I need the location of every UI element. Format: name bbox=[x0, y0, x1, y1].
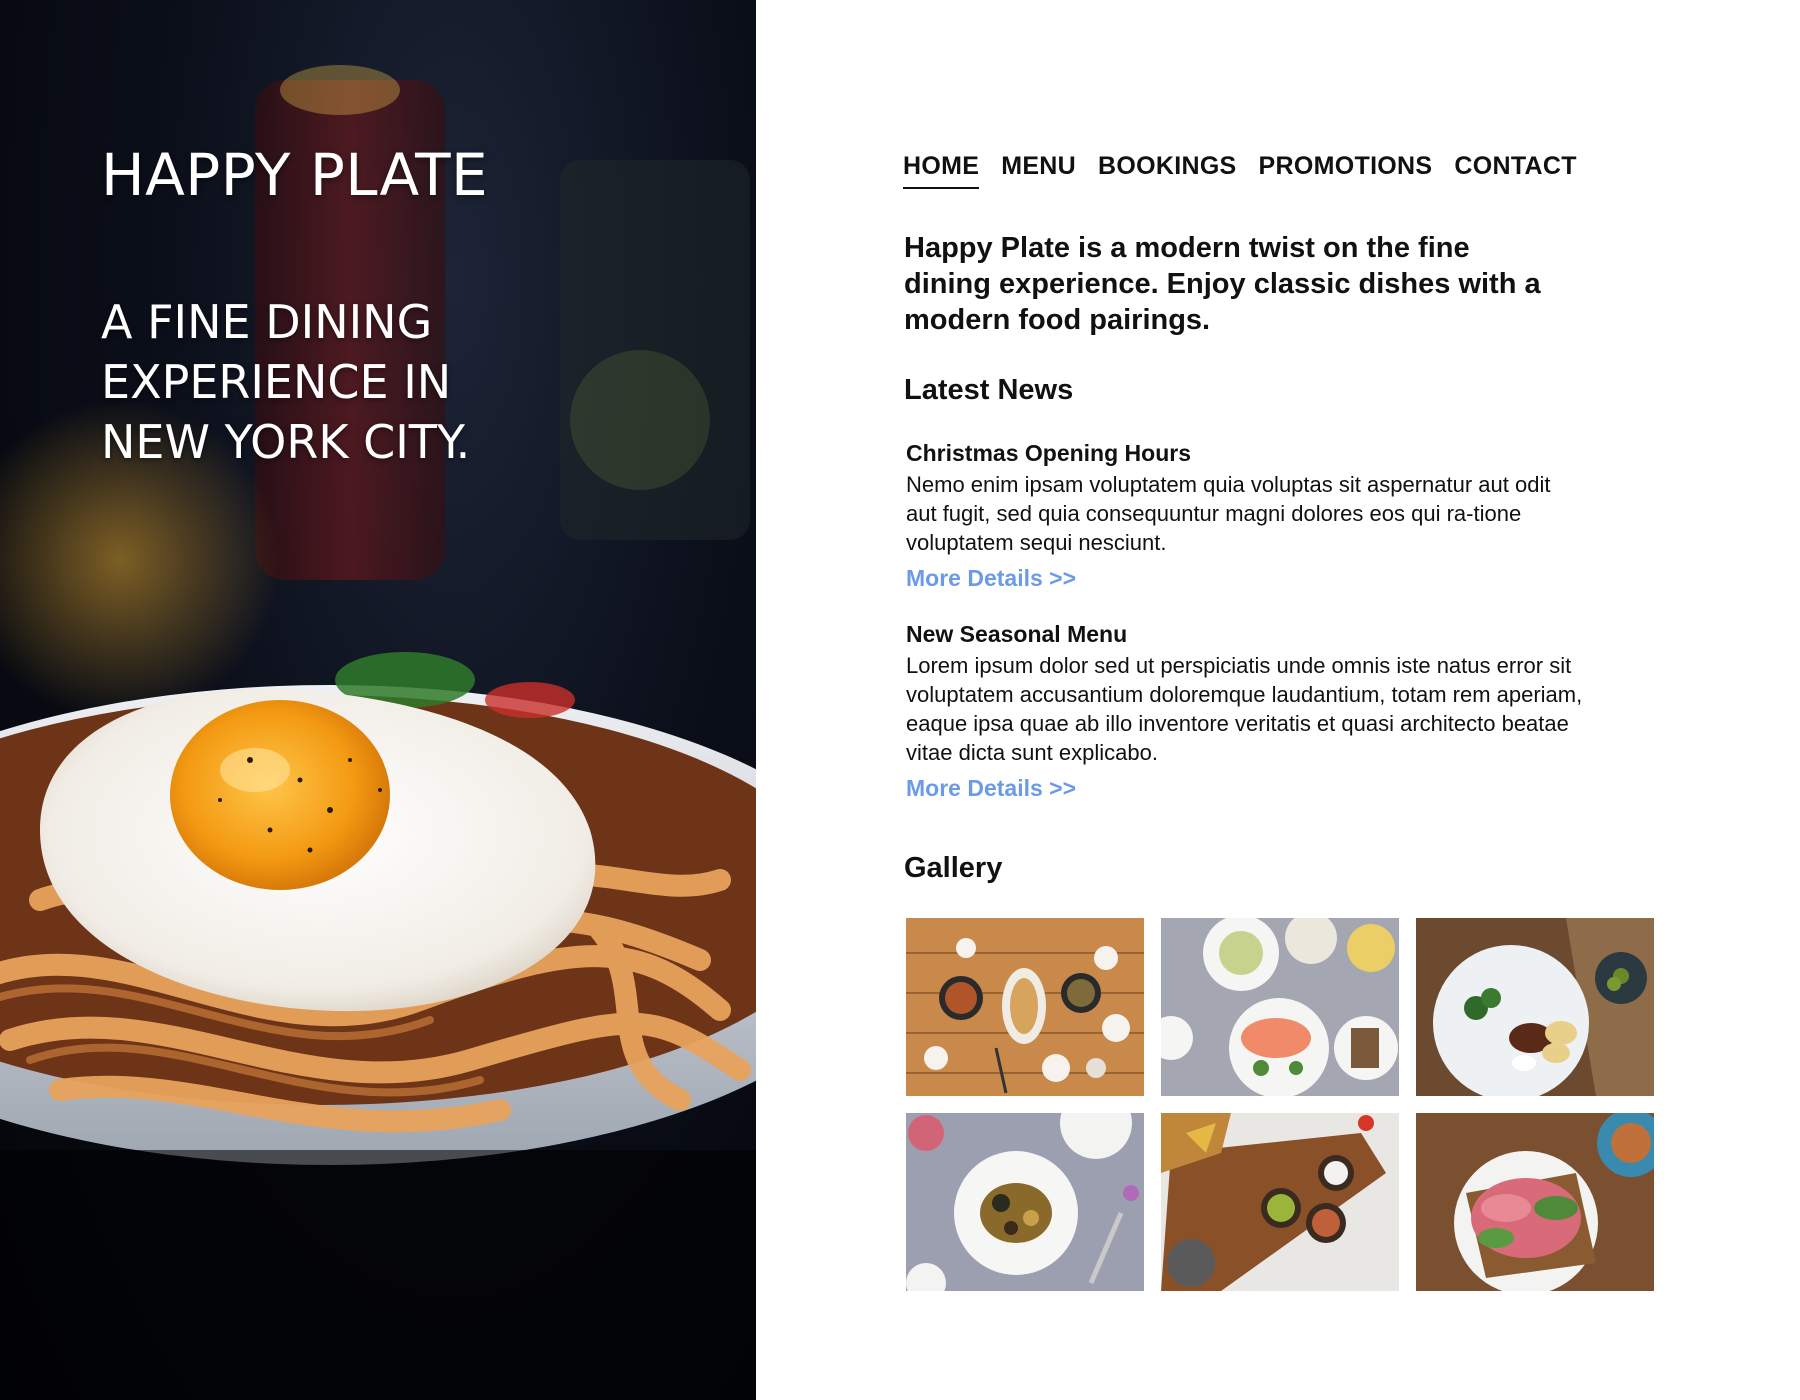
nav-home[interactable]: HOME bbox=[903, 152, 980, 189]
nav-menu[interactable]: MENU bbox=[1001, 152, 1076, 187]
nav-promotions[interactable]: PROMOTIONS bbox=[1259, 152, 1433, 187]
hero-title: HAPPY PLATE bbox=[101, 141, 489, 209]
hero-panel: HAPPY PLATE A FINE DINING EXPERIENCE IN … bbox=[0, 0, 756, 1400]
main-content: HOME MENU BOOKINGS PROMOTIONS CONTACT Ha… bbox=[756, 0, 1800, 1400]
news-title: New Seasonal Menu bbox=[906, 621, 1128, 647]
more-details-link[interactable]: More Details >> bbox=[906, 565, 1076, 592]
gallery-image-salmon-salad[interactable] bbox=[1161, 918, 1399, 1096]
gallery-image-roasted-vegetables[interactable] bbox=[906, 1113, 1144, 1291]
gallery-image-nachos-board[interactable] bbox=[1161, 1113, 1399, 1291]
hero-tagline: A FINE DINING EXPERIENCE IN NEW YORK CIT… bbox=[101, 295, 471, 469]
news-body: Lorem ipsum dolor sed ut perspiciatis un… bbox=[906, 653, 1583, 765]
latest-news-heading: Latest News bbox=[904, 374, 1074, 406]
main-nav: HOME MENU BOOKINGS PROMOTIONS CONTACT bbox=[903, 152, 1577, 189]
gallery-heading: Gallery bbox=[904, 852, 1003, 884]
gallery-image-roast-beef[interactable] bbox=[1416, 1113, 1654, 1291]
news-body: Nemo enim ipsam voluptatem quia voluptas… bbox=[906, 472, 1551, 555]
nav-contact[interactable]: CONTACT bbox=[1454, 152, 1576, 187]
more-details-link[interactable]: More Details >> bbox=[906, 775, 1076, 802]
intro-text: Happy Plate is a modern twist on the fin… bbox=[904, 232, 1541, 336]
news-item: New Seasonal Menu Lorem ipsum dolor sed … bbox=[906, 619, 1586, 802]
hero-food-photo bbox=[0, 65, 756, 1400]
news-item: Christmas Opening Hours Nemo enim ipsam … bbox=[906, 438, 1586, 592]
gallery-grid bbox=[906, 918, 1658, 1291]
gallery-image-tortellini[interactable] bbox=[1416, 918, 1654, 1096]
nav-bookings[interactable]: BOOKINGS bbox=[1098, 152, 1237, 187]
gallery-image-korean-banchan[interactable] bbox=[906, 918, 1144, 1096]
news-title: Christmas Opening Hours bbox=[906, 440, 1191, 466]
